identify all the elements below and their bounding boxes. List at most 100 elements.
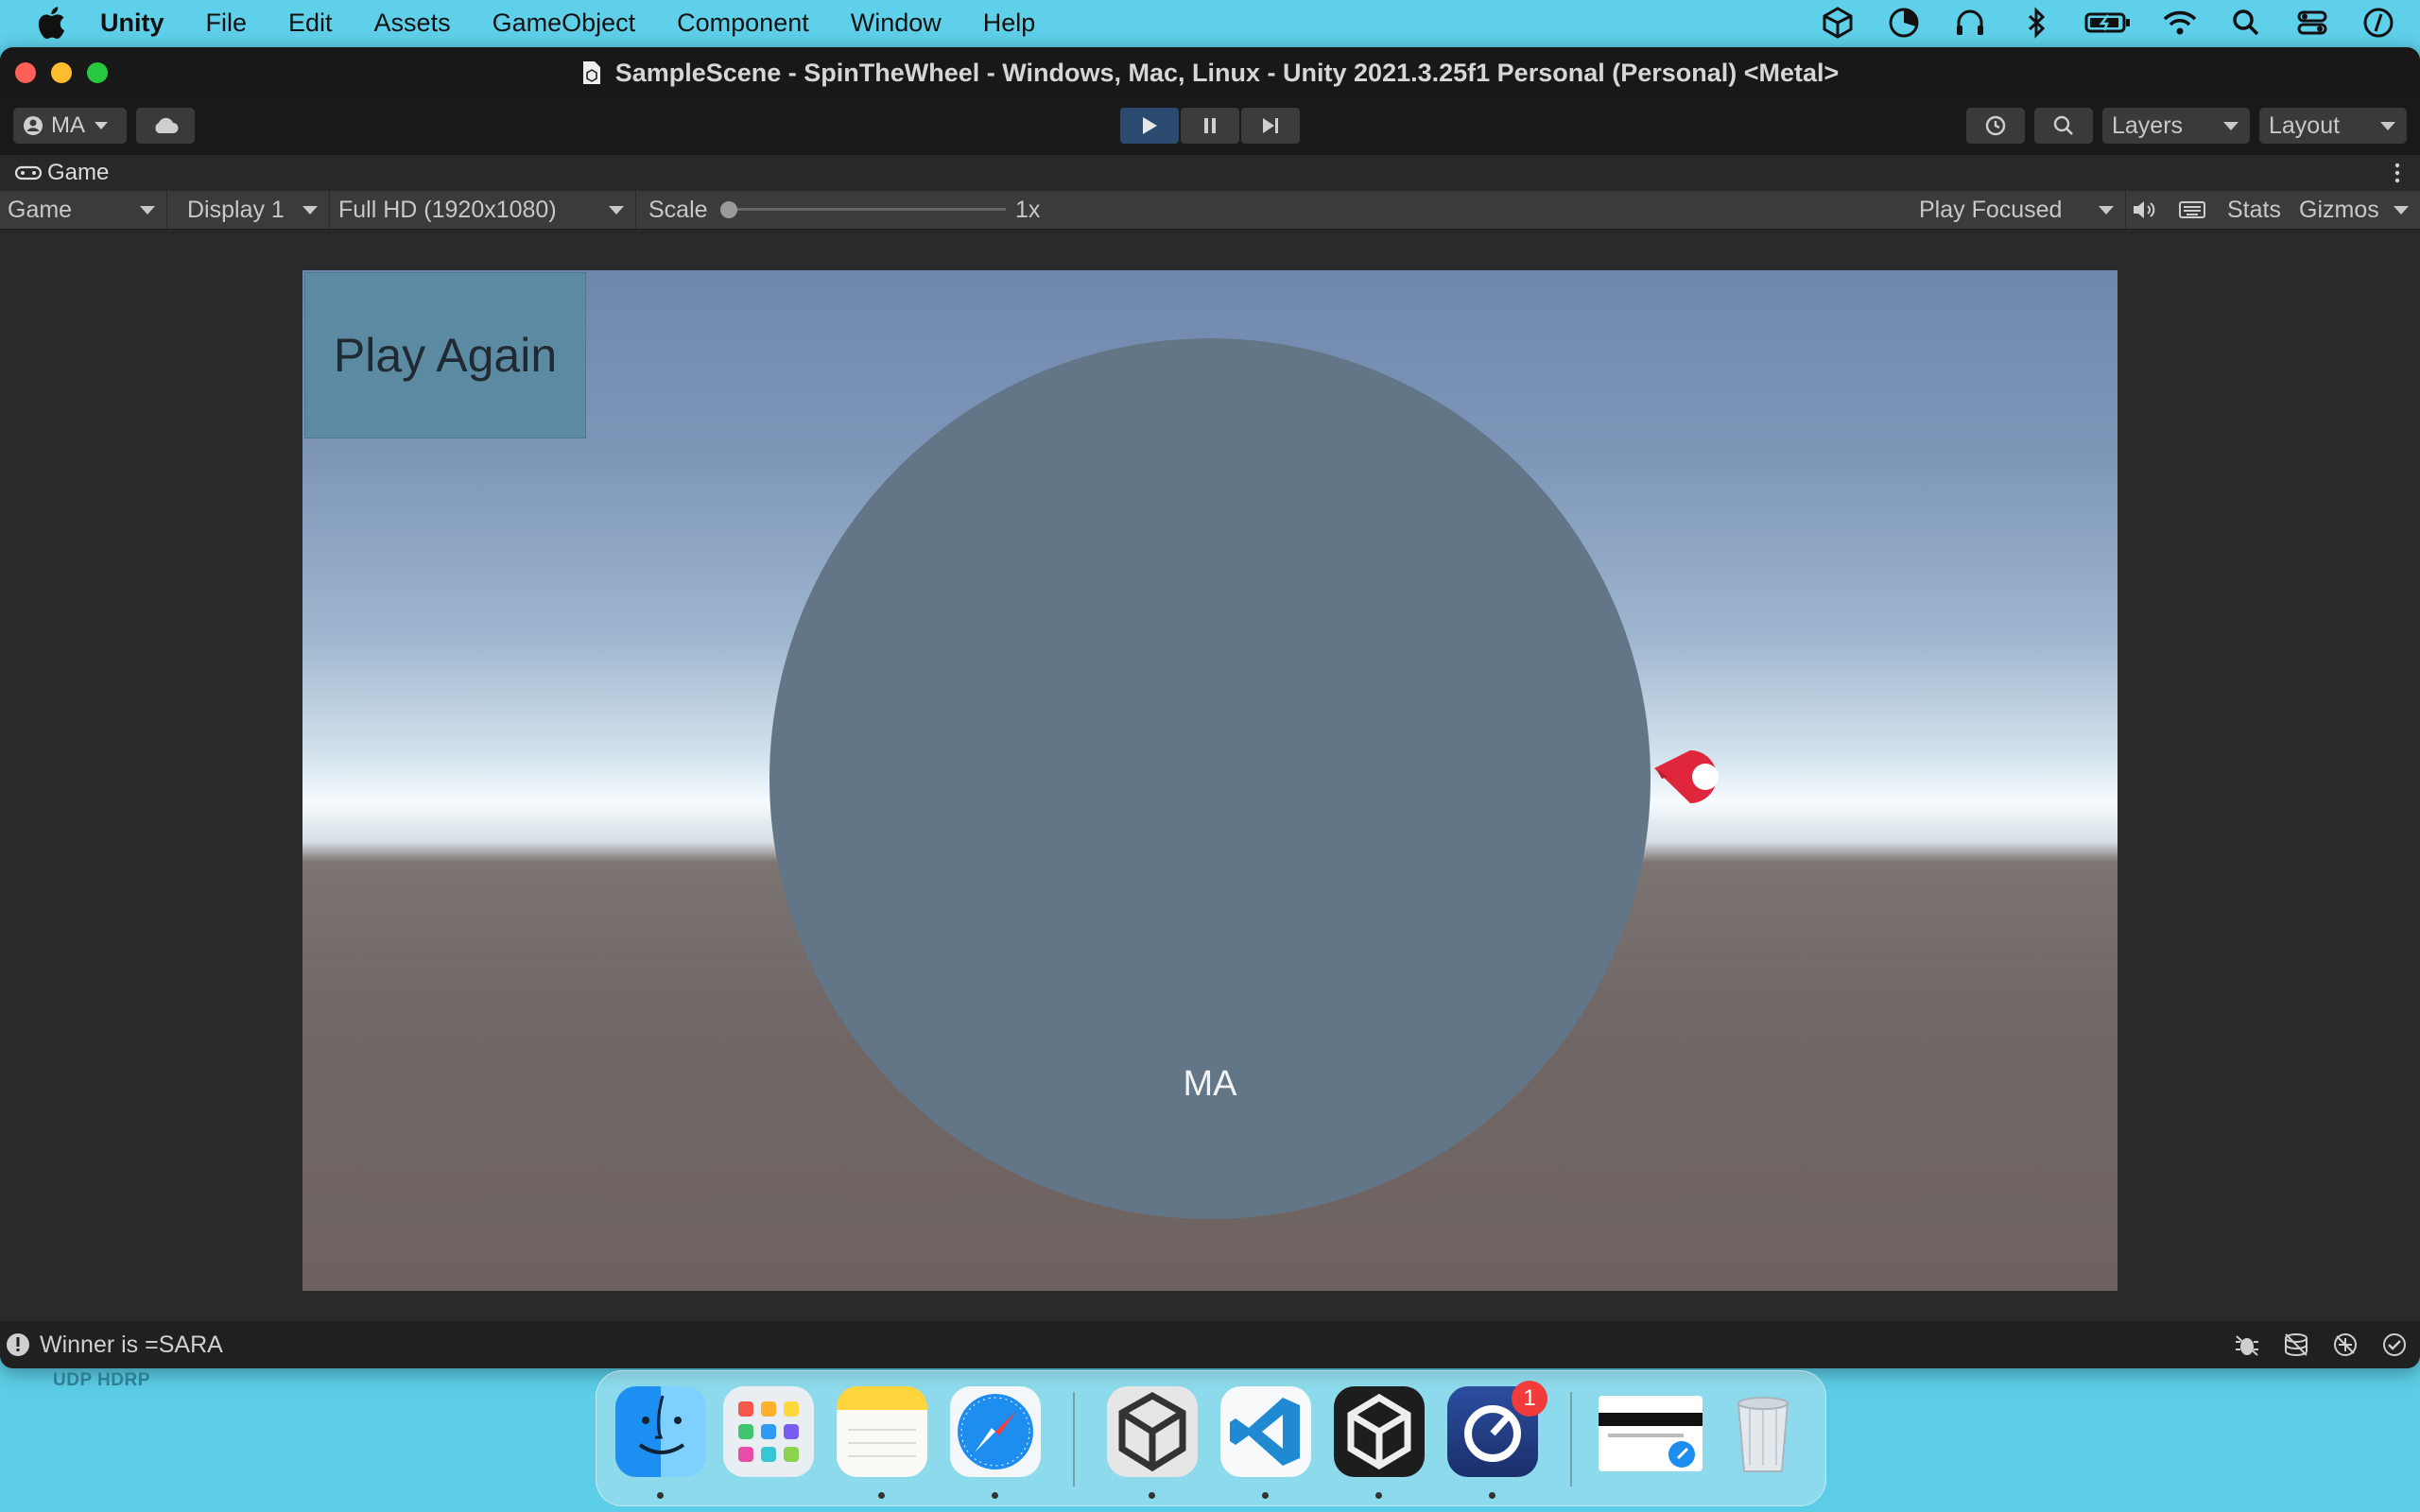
debug-icon[interactable] <box>2233 1331 2261 1359</box>
finder-icon <box>638 1395 685 1454</box>
play-controls <box>1120 108 1300 144</box>
pause-button[interactable] <box>1181 108 1239 144</box>
speaker-icon <box>2134 201 2155 218</box>
battery-icon[interactable] <box>2083 6 2133 40</box>
menu-window[interactable]: Window <box>851 9 942 38</box>
launchpad-icon <box>738 1401 799 1462</box>
play-icon <box>1143 117 1157 134</box>
menu-component[interactable]: Component <box>677 9 809 38</box>
control-center-icon[interactable] <box>2293 6 2331 40</box>
dock-running-indicator <box>992 1492 998 1499</box>
game-render-area[interactable]: Play Again MA <box>302 270 2118 1291</box>
status-right-icons <box>2233 1331 2409 1359</box>
desktop-folder-label[interactable]: UDP HDRP <box>53 1370 150 1391</box>
mute-audio-button[interactable] <box>2131 191 2157 229</box>
display-dropdown[interactable]: Display 1 <box>180 191 330 229</box>
trash-icon <box>1737 1397 1789 1472</box>
console-status-bar[interactable]: Winner is =SARA <box>0 1321 2420 1368</box>
gamepad-icon <box>15 165 42 180</box>
dock-finder[interactable] <box>615 1386 706 1477</box>
apple-logo-icon[interactable] <box>34 4 66 42</box>
dock-safari[interactable] <box>950 1386 1041 1477</box>
wifi-icon[interactable] <box>2161 6 2199 40</box>
menu-assets[interactable]: Assets <box>374 9 451 38</box>
dock-notes[interactable] <box>837 1386 927 1477</box>
game-view-toolbar: Game Display 1 Full HD (1920x1080) Scale… <box>0 191 2420 230</box>
view-dropdown[interactable]: Game <box>0 191 167 229</box>
menu-edit[interactable]: Edit <box>288 9 333 38</box>
play-mode-label: Play Focused <box>1919 196 2063 223</box>
cache-server-icon[interactable] <box>2282 1331 2310 1359</box>
dock-running-indicator <box>878 1492 885 1499</box>
search-icon <box>2053 115 2073 135</box>
menu-app-unity[interactable]: Unity <box>100 9 164 38</box>
notification-badge: 1 <box>1512 1381 1547 1417</box>
unity-hub-icon <box>1118 1391 1186 1472</box>
gizmos-toggle[interactable]: Gizmos <box>2299 191 2379 229</box>
menu-help[interactable]: Help <box>983 9 1036 38</box>
play-again-button[interactable]: Play Again <box>304 272 586 438</box>
maximize-window-button[interactable] <box>87 62 108 83</box>
play-mode-dropdown[interactable]: Play Focused <box>1911 191 2126 229</box>
stats-toggle[interactable]: Stats <box>2227 191 2281 229</box>
dock: 1 <box>596 1370 1826 1506</box>
check-circle-icon[interactable] <box>2380 1331 2409 1359</box>
game-tab-bar: Game <box>0 155 2420 191</box>
dock-separator <box>1570 1392 1572 1486</box>
dock-focus-app[interactable]: 1 <box>1447 1381 1547 1477</box>
title-bar: SampleScene - SpinTheWheel - Windows, Ma… <box>0 47 2420 98</box>
dock-trash[interactable] <box>1718 1386 1808 1477</box>
menu-file[interactable]: File <box>206 9 248 38</box>
headphones-icon[interactable] <box>1951 6 1989 40</box>
status-icons <box>1819 0 2397 45</box>
main-toolbar: MA Layers Layout <box>0 98 2420 155</box>
unity-icon <box>1347 1393 1411 1470</box>
layout-dropdown[interactable]: Layout <box>2259 108 2407 144</box>
spotlight-search-icon[interactable] <box>2227 6 2265 40</box>
dock-unity-hub[interactable] <box>1107 1386 1198 1477</box>
dock-unity[interactable] <box>1334 1386 1425 1477</box>
resolution-dropdown[interactable]: Full HD (1920x1080) <box>331 191 636 229</box>
clock-status-icon[interactable] <box>2360 6 2397 40</box>
chevron-down-icon <box>140 206 155 215</box>
wheel-pointer-icon <box>1654 750 1719 803</box>
account-dropdown[interactable]: MA <box>13 108 127 144</box>
dock-running-indicator <box>1262 1492 1269 1499</box>
keyboard-shortcuts-button[interactable] <box>2178 191 2206 229</box>
search-button[interactable] <box>2034 108 2093 144</box>
dock-launchpad[interactable] <box>723 1386 814 1477</box>
chevron-down-icon <box>95 122 108 129</box>
bluetooth-icon[interactable] <box>2017 6 2055 40</box>
scale-slider-track[interactable] <box>722 208 1006 211</box>
minimize-window-button[interactable] <box>51 62 72 83</box>
tab-game[interactable]: Game <box>15 160 109 186</box>
history-icon <box>1985 115 2006 136</box>
step-button[interactable] <box>1241 108 1300 144</box>
notes-icon <box>848 1429 916 1457</box>
layout-label: Layout <box>2269 112 2341 139</box>
history-button[interactable] <box>1966 108 2025 144</box>
collab-icon[interactable] <box>2331 1331 2360 1359</box>
account-icon <box>24 116 43 135</box>
close-window-button[interactable] <box>15 62 36 83</box>
cloud-button[interactable] <box>136 108 195 144</box>
dock-running-indicator <box>657 1492 664 1499</box>
more-options-icon[interactable] <box>2394 163 2401 183</box>
resolution-dropdown-label: Full HD (1920x1080) <box>338 196 557 223</box>
unity-window: SampleScene - SpinTheWheel - Windows, Ma… <box>0 47 2420 1368</box>
gizmos-dropdown[interactable] <box>2394 191 2409 229</box>
menu-bar: Unity File Edit Assets GameObject Compon… <box>0 0 2420 45</box>
display-dropdown-label: Display 1 <box>187 196 285 223</box>
scale-slider-handle[interactable] <box>720 201 737 218</box>
dock-running-indicator <box>1375 1492 1382 1499</box>
unity-status-icon[interactable] <box>1819 6 1857 40</box>
chevron-down-icon <box>2380 122 2395 130</box>
dock-minimized-window[interactable] <box>1599 1396 1703 1471</box>
status-message: Winner is =SARA <box>40 1331 223 1358</box>
layers-dropdown[interactable]: Layers <box>2102 108 2250 144</box>
pie-status-icon[interactable] <box>1885 6 1923 40</box>
play-button[interactable] <box>1120 108 1179 144</box>
spin-wheel[interactable]: MA <box>769 338 1651 1219</box>
dock-vscode[interactable] <box>1220 1386 1311 1477</box>
menu-gameobject[interactable]: GameObject <box>493 9 636 38</box>
